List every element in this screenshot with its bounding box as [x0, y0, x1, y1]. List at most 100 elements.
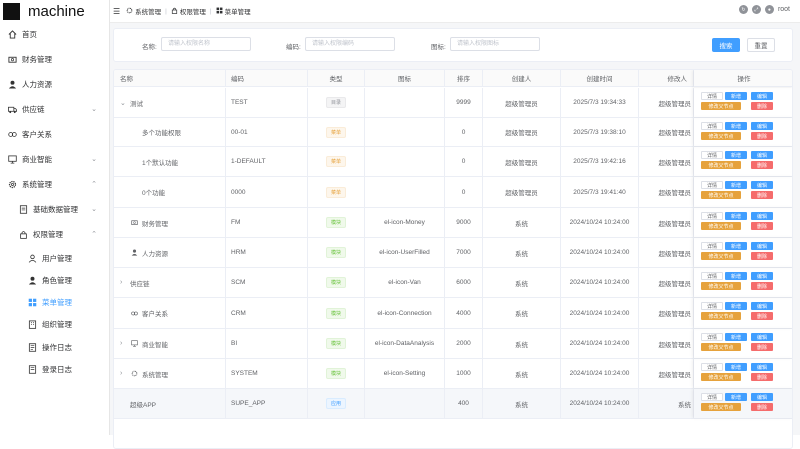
- add-button[interactable]: 新增: [725, 151, 747, 159]
- type-tag: 模块: [326, 277, 346, 288]
- add-button[interactable]: 新增: [725, 302, 747, 310]
- expand-toggle-icon[interactable]: ›: [120, 370, 126, 377]
- edit-button[interactable]: 编辑: [751, 212, 773, 220]
- breadcrumb-item[interactable]: 权限管理: [180, 6, 206, 16]
- cell-code: SCM: [226, 268, 308, 297]
- sidebar-item-finance[interactable]: 财务管理: [0, 49, 110, 69]
- edit-button[interactable]: 编辑: [751, 181, 773, 189]
- edit-button[interactable]: 编辑: [751, 302, 773, 310]
- detail-button[interactable]: 详情: [701, 363, 723, 371]
- table-row[interactable]: 客户关系CRM模块el-icon-Connection4000系统2024/10…: [114, 298, 793, 329]
- sidebar-item-operation-log[interactable]: 操作日志: [0, 337, 110, 357]
- detail-button[interactable]: 详情: [701, 212, 723, 220]
- expand-toggle-icon[interactable]: ⌄: [120, 99, 126, 107]
- detail-button[interactable]: 详情: [701, 242, 723, 250]
- detail-button[interactable]: 详情: [701, 333, 723, 341]
- change-parent-button[interactable]: 修改父节点: [701, 161, 741, 169]
- add-button[interactable]: 新增: [725, 212, 747, 220]
- hamburger-icon[interactable]: ☰: [113, 7, 120, 16]
- detail-button[interactable]: 详情: [701, 151, 723, 159]
- change-parent-button[interactable]: 修改父节点: [701, 191, 741, 199]
- edit-button[interactable]: 编辑: [751, 363, 773, 371]
- change-parent-button[interactable]: 修改父节点: [701, 403, 741, 411]
- delete-button[interactable]: 删除: [751, 132, 773, 140]
- sidebar-item-bi[interactable]: 商业智能 ⌄: [0, 149, 110, 169]
- table-row[interactable]: 多个功能权限00-01菜单0超级管理员2025/7/3 19:38:10超级管理…: [114, 118, 793, 147]
- sidebar-item-system[interactable]: 系统管理 ⌃: [0, 174, 110, 194]
- sidebar-item-supply-chain[interactable]: 供应链 ⌄: [0, 99, 110, 119]
- delete-button[interactable]: 删除: [751, 252, 773, 260]
- sidebar-item-login-log[interactable]: 登录日志: [0, 359, 110, 379]
- change-parent-button[interactable]: 修改父节点: [701, 132, 741, 140]
- change-parent-button[interactable]: 修改父节点: [701, 343, 741, 351]
- sidebar-item-users[interactable]: 用户管理: [0, 248, 110, 268]
- icon-input[interactable]: 请输入权限图标: [450, 37, 540, 51]
- change-parent-button[interactable]: 修改父节点: [701, 222, 741, 230]
- sidebar-item-hr[interactable]: 人力资源: [0, 74, 110, 94]
- sidebar-item-menus[interactable]: 菜单管理: [0, 292, 110, 312]
- detail-button[interactable]: 详情: [701, 302, 723, 310]
- delete-button[interactable]: 删除: [751, 102, 773, 110]
- cell-creator: 超级管理员: [483, 88, 561, 117]
- change-parent-button[interactable]: 修改父节点: [701, 373, 741, 381]
- sidebar-item-base-data[interactable]: 基础数据管理 ⌄: [0, 199, 110, 219]
- edit-button[interactable]: 编辑: [751, 122, 773, 130]
- add-button[interactable]: 新增: [725, 92, 747, 100]
- reset-button[interactable]: 重置: [747, 38, 775, 52]
- delete-button[interactable]: 删除: [751, 312, 773, 320]
- sidebar-item-home[interactable]: 首页: [0, 24, 110, 44]
- edit-button[interactable]: 编辑: [751, 151, 773, 159]
- add-button[interactable]: 新增: [725, 333, 747, 341]
- detail-button[interactable]: 详情: [701, 181, 723, 189]
- code-input[interactable]: 请输入权限编码: [305, 37, 395, 51]
- detail-button[interactable]: 详情: [701, 122, 723, 130]
- sidebar-item-org[interactable]: 组织管理: [0, 314, 110, 334]
- add-button[interactable]: 新增: [725, 181, 747, 189]
- add-button[interactable]: 新增: [725, 363, 747, 371]
- change-parent-button[interactable]: 修改父节点: [701, 312, 741, 320]
- detail-button[interactable]: 详情: [701, 393, 723, 401]
- sidebar-item-crm[interactable]: 客户关系: [0, 124, 110, 144]
- sidebar-item-roles[interactable]: 角色管理: [0, 270, 110, 290]
- table-row[interactable]: ›系统管理SYSTEM模块el-icon-Setting1000系统2024/1…: [114, 359, 793, 389]
- delete-button[interactable]: 删除: [751, 191, 773, 199]
- add-button[interactable]: 新增: [725, 242, 747, 250]
- change-parent-button[interactable]: 修改父节点: [701, 252, 741, 260]
- edit-button[interactable]: 编辑: [751, 92, 773, 100]
- table-row[interactable]: ⌄测试TEST目录9999超级管理员2025/7/3 19:34:33超级管理员…: [114, 88, 793, 118]
- breadcrumb-item[interactable]: 系统管理: [135, 6, 161, 16]
- avatar[interactable]: ●: [765, 5, 774, 14]
- username[interactable]: root: [778, 6, 790, 13]
- detail-button[interactable]: 详情: [701, 92, 723, 100]
- delete-button[interactable]: 删除: [751, 403, 773, 411]
- table-row[interactable]: 超级APPSUPE_APP应用400系统2024/10/24 10:24:00系…: [114, 389, 793, 419]
- table-row[interactable]: 0个功能0000菜单0超级管理员2025/7/3 19:41:40超级管理员详情…: [114, 177, 793, 208]
- detail-button[interactable]: 详情: [701, 272, 723, 280]
- table-row[interactable]: ›供应链SCM模块el-icon-Van6000系统2024/10/24 10:…: [114, 268, 793, 298]
- refresh-icon[interactable]: ↻: [739, 5, 748, 14]
- delete-button[interactable]: 删除: [751, 282, 773, 290]
- name-input[interactable]: 请输入权限名称: [161, 37, 251, 51]
- add-button[interactable]: 新增: [725, 393, 747, 401]
- edit-button[interactable]: 编辑: [751, 242, 773, 250]
- sidebar-item-permission[interactable]: 权限管理 ⌃: [0, 224, 110, 244]
- table-row[interactable]: ›商业智能BI模块el-icon-DataAnalysis2000系统2024/…: [114, 329, 793, 359]
- expand-toggle-icon[interactable]: ›: [120, 340, 126, 347]
- add-button[interactable]: 新增: [725, 122, 747, 130]
- table-row[interactable]: 1个默认功能1-DEFAULT菜单0超级管理员2025/7/3 19:42:16…: [114, 147, 793, 177]
- delete-button[interactable]: 删除: [751, 222, 773, 230]
- delete-button[interactable]: 删除: [751, 161, 773, 169]
- table-row[interactable]: 人力资源HRM模块el-icon-UserFilled7000系统2024/10…: [114, 238, 793, 268]
- delete-button[interactable]: 删除: [751, 373, 773, 381]
- delete-button[interactable]: 删除: [751, 343, 773, 351]
- add-button[interactable]: 新增: [725, 272, 747, 280]
- table-row[interactable]: 财务管理FM模块el-icon-Money9000系统2024/10/24 10…: [114, 208, 793, 238]
- search-button[interactable]: 搜索: [712, 38, 740, 52]
- edit-button[interactable]: 编辑: [751, 272, 773, 280]
- fullscreen-icon[interactable]: ⤢: [752, 5, 761, 14]
- expand-toggle-icon[interactable]: ›: [120, 279, 126, 286]
- change-parent-button[interactable]: 修改父节点: [701, 102, 741, 110]
- change-parent-button[interactable]: 修改父节点: [701, 282, 741, 290]
- edit-button[interactable]: 编辑: [751, 333, 773, 341]
- edit-button[interactable]: 编辑: [751, 393, 773, 401]
